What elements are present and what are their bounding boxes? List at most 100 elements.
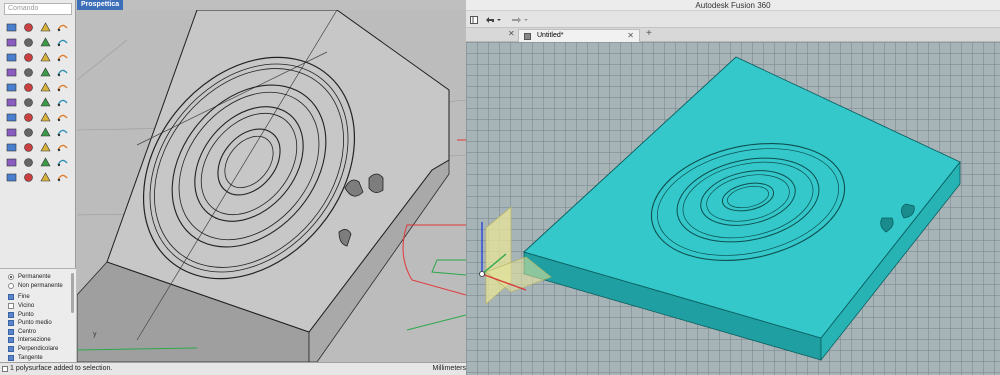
select-icon[interactable] <box>3 20 20 35</box>
polyline-icon[interactable] <box>37 20 54 35</box>
analyze-icon[interactable] <box>20 140 37 155</box>
rhino-window: Comando Permanente Non permanente Fine Vic… <box>0 0 466 375</box>
tab-untitled[interactable]: Untitled* ✕ <box>518 29 640 42</box>
mesh-icon[interactable] <box>3 95 20 110</box>
split-icon[interactable] <box>3 125 20 140</box>
curve-icon[interactable] <box>54 20 71 35</box>
offset-icon[interactable] <box>37 50 54 65</box>
redo-icon[interactable] <box>510 14 532 25</box>
rhino-scene: y <box>77 10 466 362</box>
units-indicator[interactable]: Millimeters <box>433 363 466 375</box>
status-message: 1 polysurface added to selection. <box>10 365 113 372</box>
checkbox-icon[interactable] <box>8 328 14 335</box>
rectangle-icon[interactable] <box>54 35 71 50</box>
box-icon[interactable] <box>3 80 20 95</box>
checkbox-icon[interactable] <box>8 337 14 344</box>
osnap-option[interactable]: Vicino <box>0 302 76 311</box>
osnap-label: Vicino <box>18 303 35 310</box>
data-panel-icon[interactable] <box>470 14 478 25</box>
color-icon[interactable] <box>3 170 20 185</box>
osnap-label: Punto <box>18 311 34 318</box>
osnap-label: Perpendicolare <box>18 346 59 353</box>
grid-icon[interactable] <box>37 155 54 170</box>
light-icon[interactable] <box>3 155 20 170</box>
axis-label: y <box>93 331 97 338</box>
boolean-icon[interactable] <box>54 80 71 95</box>
align-icon[interactable] <box>37 110 54 125</box>
osnap-option[interactable]: Punto medio <box>0 319 76 328</box>
texture-icon[interactable] <box>37 170 54 185</box>
tab-label: Untitled* <box>537 32 564 39</box>
checkbox-icon[interactable] <box>8 320 14 327</box>
close-tab-icon[interactable]: ✕ <box>627 30 634 42</box>
rotate-icon[interactable] <box>37 95 54 110</box>
checkbox-icon[interactable] <box>8 311 14 318</box>
osnap-option[interactable]: Intersezione <box>0 336 76 345</box>
osnap-mode-label: Non permanente <box>18 282 63 289</box>
array-icon[interactable] <box>3 110 20 125</box>
point-icon[interactable] <box>20 20 37 35</box>
circle-icon[interactable] <box>3 35 20 50</box>
document-icon <box>524 33 531 40</box>
radio-icon[interactable] <box>8 282 14 289</box>
rhino-toolbar: Comando Permanente Non permanente Fine Vic… <box>0 0 76 362</box>
osnap-panel: Permanente Non permanente Fine Vicino Punto… <box>0 268 76 362</box>
checkbox-icon[interactable] <box>8 346 14 353</box>
osnap-mode-option[interactable]: Non permanente <box>0 282 76 291</box>
osnap-label: Intersezione <box>18 337 51 344</box>
osnap-list: Fine Vicino Punto Punto medio Centro Intersez… <box>0 293 76 362</box>
dimension-icon[interactable] <box>37 140 54 155</box>
group-icon[interactable] <box>54 125 71 140</box>
extrude-icon[interactable] <box>54 65 71 80</box>
osnap-label: Tangente <box>18 354 43 361</box>
material-icon[interactable] <box>20 170 37 185</box>
plugin-icon[interactable] <box>54 170 71 185</box>
osnap-label: Centro <box>18 328 37 335</box>
sphere-icon[interactable] <box>20 80 37 95</box>
cylinder-icon[interactable] <box>37 80 54 95</box>
undo-icon[interactable] <box>486 14 502 25</box>
freeform-icon[interactable] <box>20 50 37 65</box>
layer-icon[interactable] <box>3 140 20 155</box>
settings-icon[interactable] <box>54 155 71 170</box>
osnap-option[interactable]: Punto <box>0 310 76 319</box>
arc-icon[interactable] <box>20 35 37 50</box>
join-icon[interactable] <box>20 125 37 140</box>
trim-icon[interactable] <box>54 110 71 125</box>
radio-icon[interactable] <box>8 274 14 281</box>
osnap-option[interactable]: Perpendicolare <box>0 345 76 354</box>
osnap-mode-option[interactable]: Permanente <box>0 273 76 282</box>
transform-icon[interactable] <box>20 95 37 110</box>
close-prev-tab-icon[interactable]: ✕ <box>508 29 515 38</box>
surface-icon[interactable] <box>3 65 20 80</box>
fusion-titlebar: Autodesk Fusion 360 <box>466 0 1000 11</box>
viewport-title-tab[interactable]: Prospettica <box>77 0 124 10</box>
polygon-icon[interactable] <box>3 50 20 65</box>
fusion-canvas[interactable] <box>466 42 1000 375</box>
osnap-label: Fine <box>18 294 30 301</box>
document-tab-bar: ✕ Untitled* ✕ + <box>466 28 1000 42</box>
command-input[interactable]: Comando <box>4 3 72 15</box>
new-tab-icon[interactable]: + <box>646 28 652 39</box>
window-title: Autodesk Fusion 360 <box>695 1 771 10</box>
explode-icon[interactable] <box>37 125 54 140</box>
osnap-option[interactable]: Centro <box>0 328 76 337</box>
render-icon[interactable] <box>54 140 71 155</box>
checkbox-icon[interactable] <box>8 354 14 361</box>
mirror-icon[interactable] <box>20 110 37 125</box>
loft-icon[interactable] <box>20 65 37 80</box>
checkbox-icon[interactable] <box>8 294 14 301</box>
sweep-icon[interactable] <box>37 65 54 80</box>
fillet-icon[interactable] <box>54 50 71 65</box>
rhino-viewport[interactable]: y <box>77 10 466 362</box>
camera-icon[interactable] <box>20 155 37 170</box>
slab-top-face <box>523 56 961 339</box>
osnap-option[interactable]: Tangente <box>0 353 76 362</box>
osnap-label: Punto medio <box>18 320 52 327</box>
scale-icon[interactable] <box>54 95 71 110</box>
rhino-status-bar: 1 polysurface added to selection. Millim… <box>0 362 466 375</box>
status-toggle-icon[interactable] <box>2 366 8 372</box>
osnap-option[interactable]: Fine <box>0 293 76 302</box>
ellipse-icon[interactable] <box>37 35 54 50</box>
checkbox-icon[interactable] <box>8 303 14 310</box>
